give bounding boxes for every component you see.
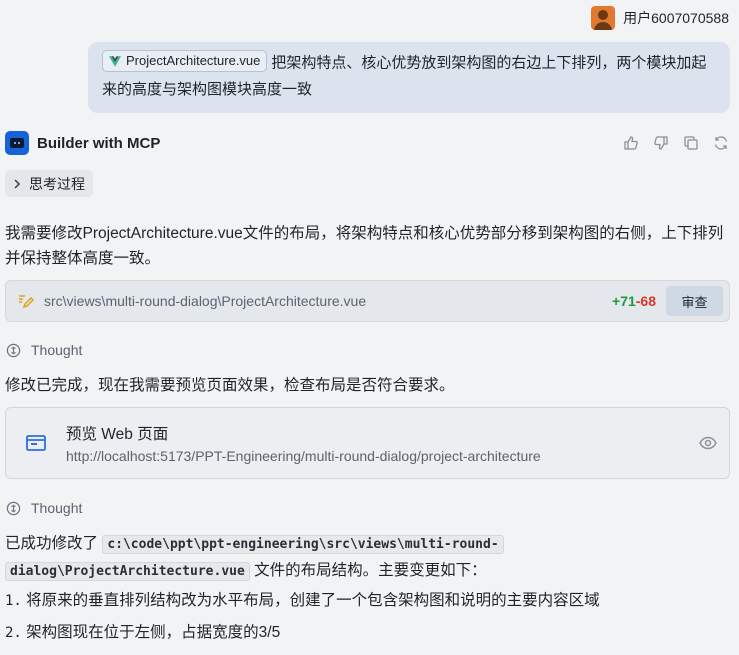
assistant-intro: 我需要修改ProjectArchitecture.vue文件的布局，将架构特点和… — [5, 225, 724, 267]
file-path-code: c:\code\ppt\ppt-engineering\src\views\mu… — [102, 535, 504, 554]
copy-icon[interactable] — [683, 135, 699, 151]
vue-icon — [109, 55, 121, 67]
thought-icon — [6, 343, 21, 357]
list-item-number: 1. — [5, 593, 22, 609]
summary-suffix: 文件的布局结构。主要变更如下： — [254, 562, 487, 579]
assistant-after-edit: 修改已完成，现在我需要预览页面效果，检查布局是否符合要求。 — [5, 377, 455, 394]
browser-window-icon — [26, 435, 46, 451]
summary-prefix: 已成功修改了 — [5, 535, 99, 552]
assistant-name: Builder with MCP — [37, 134, 161, 152]
thought-icon — [6, 501, 21, 515]
user-header: 用户6007070588 — [591, 6, 729, 30]
bot-logo-icon — [5, 131, 29, 155]
list-item-number: 2. — [5, 625, 22, 641]
lines-added: +71 — [612, 293, 636, 309]
lines-removed: -68 — [635, 293, 656, 309]
preview-url[interactable]: http://localhost:5173/PPT-Engineering/mu… — [66, 448, 699, 464]
list-item-text: 将原来的垂直排列结构改为水平布局，创建了一个包含架构图和说明的主要内容区域 — [26, 592, 600, 609]
file-path: src\views\multi-round-dialog\ProjectArch… — [44, 293, 367, 309]
review-button[interactable]: 审查 — [666, 286, 723, 316]
thought-label: Thought — [31, 500, 83, 516]
file-path-code: dialog\ProjectArchitecture.vue — [5, 562, 250, 581]
eye-icon[interactable] — [699, 436, 717, 450]
file-chip[interactable]: ProjectArchitecture.vue — [102, 50, 268, 72]
user-message: ProjectArchitecture.vue 把架构特点、核心优势放到架构图的… — [88, 42, 730, 113]
message-actions — [623, 135, 729, 151]
thinking-label: 思考过程 — [29, 175, 85, 192]
user-name: 用户6007070588 — [623, 10, 729, 26]
thumbs-up-icon[interactable] — [623, 135, 639, 151]
list-item: 2. 架构图现在位于左侧，占据宽度的3/5 — [5, 620, 725, 646]
file-chip-label: ProjectArchitecture.vue — [126, 53, 261, 68]
refresh-icon[interactable] — [713, 135, 729, 151]
assistant-header: Builder with MCP — [5, 130, 729, 156]
preview-web-card[interactable]: 预览 Web 页面 http://localhost:5173/PPT-Engi… — [5, 407, 730, 479]
thought-indicator[interactable]: Thought — [6, 500, 82, 516]
assistant-summary: 已成功修改了 c:\code\ppt\ppt-engineering\src\v… — [5, 531, 725, 585]
edit-file-icon — [19, 295, 34, 309]
thinking-toggle[interactable]: 思考过程 — [5, 170, 93, 197]
thumbs-down-icon[interactable] — [653, 135, 669, 151]
chevron-right-icon — [14, 178, 21, 189]
file-change-card[interactable]: src\views\multi-round-dialog\ProjectArch… — [5, 280, 730, 322]
thought-indicator[interactable]: Thought — [6, 342, 82, 358]
list-item-text: 架构图现在位于左侧，占据宽度的3/5 — [26, 624, 281, 641]
avatar[interactable] — [591, 6, 616, 30]
list-item: 1. 将原来的垂直排列结构改为水平布局，创建了一个包含架构图和说明的主要内容区域 — [5, 588, 725, 614]
thought-label: Thought — [31, 342, 83, 358]
preview-title: 预览 Web 页面 — [66, 426, 169, 443]
